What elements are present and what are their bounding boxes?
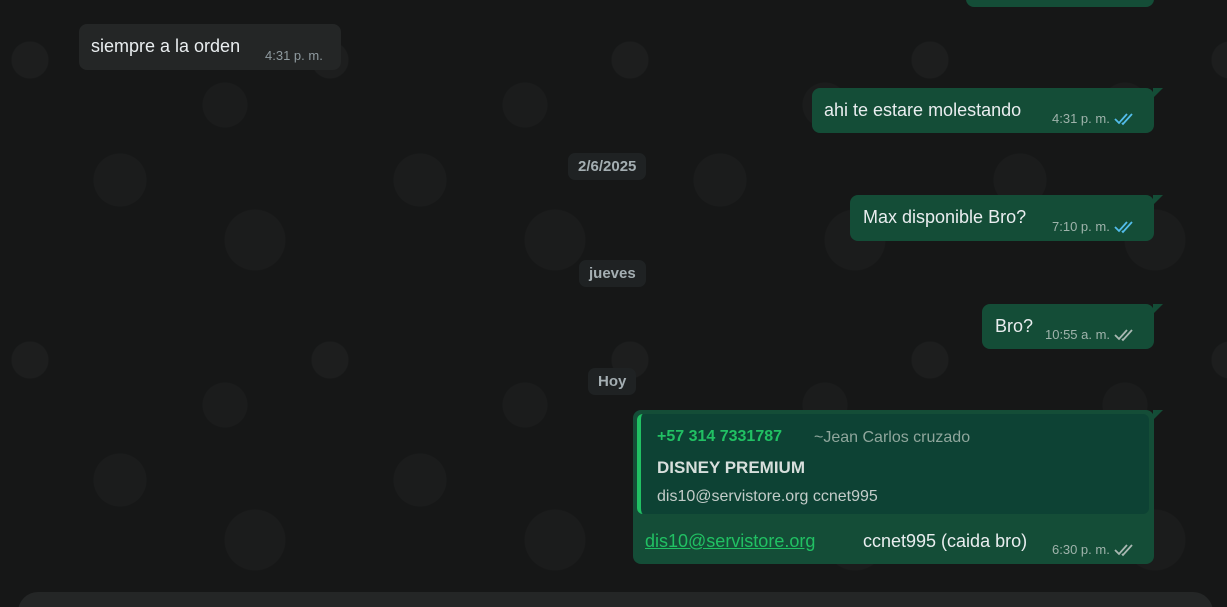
date-separator: Hoy [588,368,637,395]
quoted-body: dis10@servistore.org ccnet995 [657,488,878,505]
message-bubble-partial[interactable] [966,0,1154,7]
message-bubble-outgoing[interactable]: ahi te estare molestando 4:31 p. m. [812,88,1163,133]
message-time: 10:55 a. m. [1045,327,1111,342]
message-meta: 7:10 p. m. [1052,219,1136,234]
message-composer[interactable] [18,592,1213,607]
quoted-sender-phone: +57 314 7331787 [657,428,783,445]
message-time: 4:31 p. m. [1052,111,1110,126]
chat-background: siempre a la orden 4:31 p. m. ahi te est… [0,0,1227,607]
message-text: ahi te estare molestando [824,100,1022,120]
email-link[interactable]: dis10@servistore.org [645,531,815,552]
message-text: siempre a la orden [91,36,241,56]
double-check-blue-icon [1114,220,1136,234]
message-meta: 10:55 a. m. [1045,327,1136,342]
message-meta: 6:30 p. m. [1052,542,1136,557]
message-bubble-incoming[interactable]: siempre a la orden 4:31 p. m. [79,24,341,70]
date-separator: 2/6/2025 [568,153,647,180]
message-bubble-outgoing[interactable]: Bro? 10:55 a. m. [982,304,1163,349]
double-check-gray-icon [1114,543,1136,557]
message-meta: 4:31 p. m. [1052,111,1136,126]
message-text: Bro? [995,316,1034,336]
double-check-blue-icon [1114,112,1136,126]
quoted-title: DISNEY PREMIUM [657,458,805,477]
quoted-message[interactable]: +57 314 7331787 ~Jean Carlos cruzado DIS… [637,414,1149,514]
quoted-sender-name: ~Jean Carlos cruzado [814,429,971,446]
message-text: Max disponible Bro? [863,207,1027,227]
message-text: ccnet995 (caida bro) [863,531,1028,551]
message-time: 4:31 p. m. [265,48,323,63]
message-bubble-outgoing-reply[interactable]: +57 314 7331787 ~Jean Carlos cruzado DIS… [633,410,1163,564]
message-time: 6:30 p. m. [1052,542,1110,557]
message-time: 7:10 p. m. [1052,219,1110,234]
double-check-gray-icon [1114,328,1136,342]
message-bubble-outgoing[interactable]: Max disponible Bro? 7:10 p. m. [850,195,1163,241]
date-separator: jueves [579,260,646,287]
